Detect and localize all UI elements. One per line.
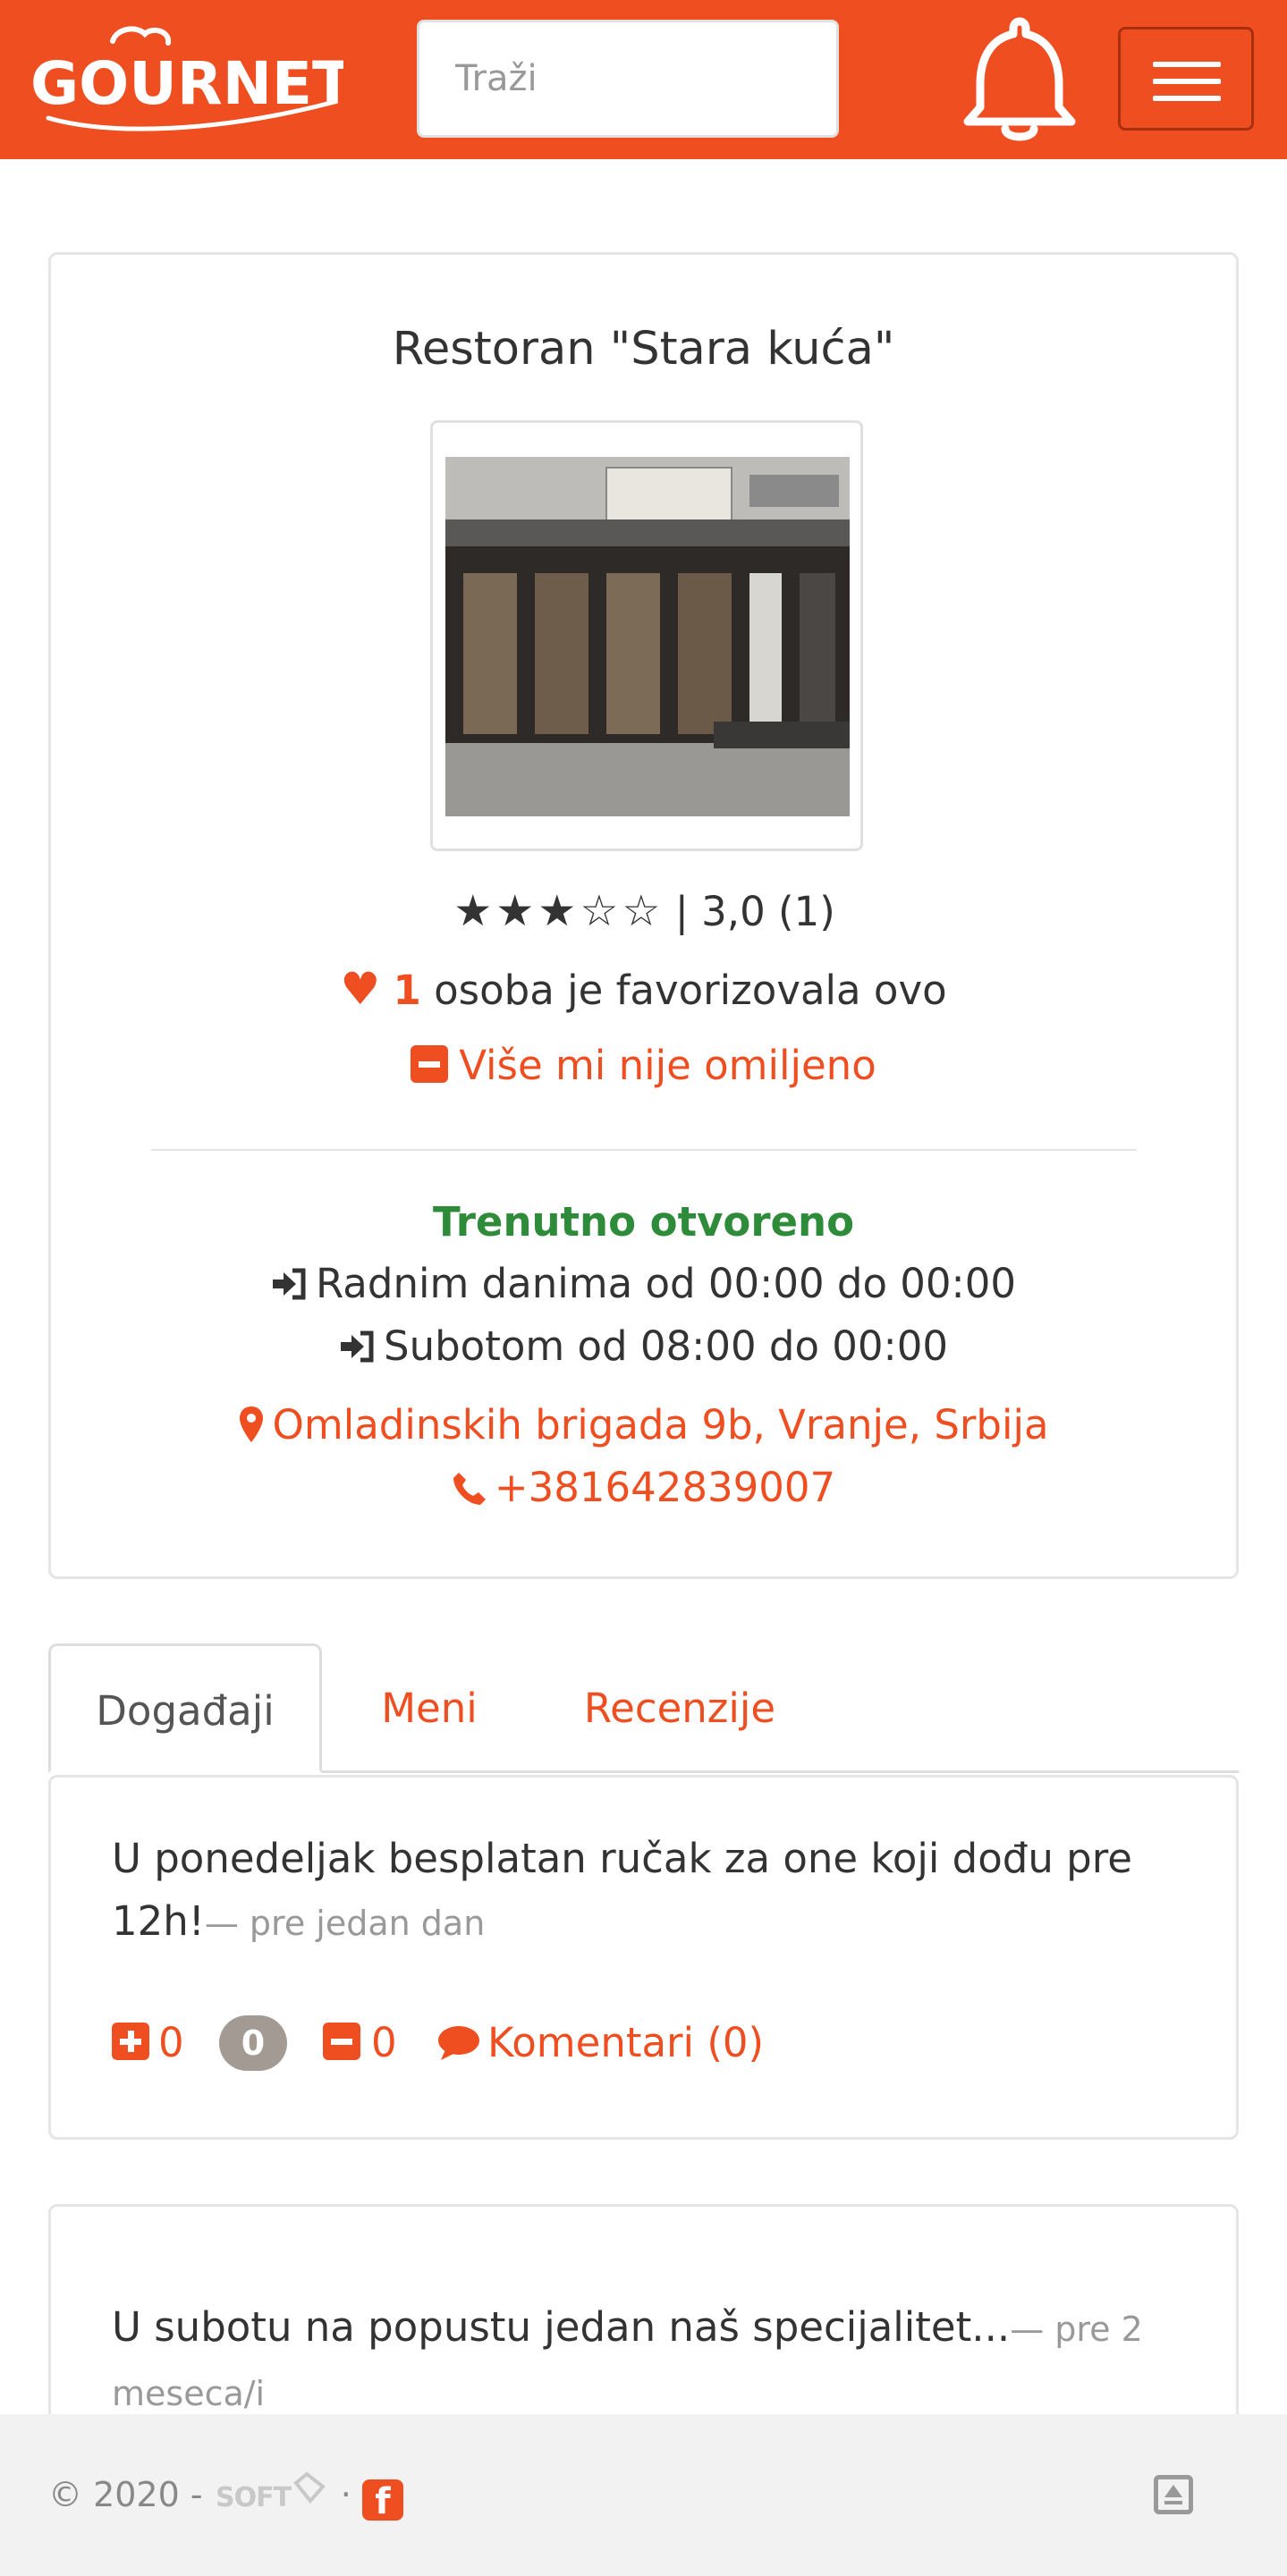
- gournet-logo[interactable]: GOURNET: [30, 25, 352, 132]
- footer: © 2020 - SOFT · f: [0, 2414, 1287, 2576]
- divider: [151, 1149, 1137, 1151]
- plus-square-icon: [112, 2023, 149, 2060]
- comments-link[interactable]: Komentari (0): [436, 2012, 764, 2074]
- hamburger-bar: [1153, 96, 1221, 101]
- hamburger-menu-icon: [1153, 62, 1221, 67]
- open-status: Trenutno otvoreno: [432, 1198, 854, 1246]
- facebook-icon[interactable]: f: [361, 2479, 403, 2522]
- rating-text: | 3,0 (1): [674, 888, 835, 935]
- tab-menu[interactable]: Meni: [358, 1643, 501, 1773]
- restaurant-info-card: Restoran "Stara kuća" ★★★☆☆ | 3,0 (1) ♥ …: [48, 252, 1239, 1579]
- address-link[interactable]: Omladinskih brigada 9b, Vranje, Srbija: [51, 1401, 1236, 1448]
- bell-icon[interactable]: [957, 14, 1082, 145]
- hours-saturday: Subotom od 08:00 do 00:00: [51, 1322, 1236, 1370]
- comments-label: Komentari (0): [487, 2019, 765, 2066]
- star-filled-icon: ★: [495, 886, 535, 936]
- restaurant-photo: [445, 457, 850, 816]
- phone-link[interactable]: +381642839007: [51, 1464, 1236, 1511]
- comment-icon: [438, 2026, 479, 2060]
- copyright-line: © 2020 - SOFT · f: [48, 2470, 403, 2522]
- upvote-count: 0: [158, 2019, 184, 2066]
- sign-in-icon: [341, 1330, 374, 1363]
- score-badge: 0: [219, 2015, 287, 2071]
- unfavorite-link[interactable]: Više mi nije omiljeno: [51, 1042, 1236, 1089]
- unfavorite-label: Više mi nije omiljeno: [459, 1042, 876, 1089]
- event-card: U ponedeljak besplatan ručak za one koji…: [48, 1775, 1239, 2140]
- svg-text:SOFT: SOFT: [216, 2482, 292, 2513]
- address-text: Omladinskih brigada 9b, Vranje, Srbija: [272, 1401, 1049, 1448]
- upvote-button[interactable]: 0: [112, 2012, 184, 2074]
- restaurant-photo-frame[interactable]: [430, 420, 863, 851]
- rating: ★★★☆☆ | 3,0 (1): [51, 886, 1236, 936]
- logo-text: GOURNET: [30, 49, 343, 118]
- favorites-text: osoba je favorizovala ovo: [434, 967, 947, 1014]
- downvote-count: 0: [371, 2019, 397, 2066]
- favorites-line: ♥ 1 osoba je favorizovala ovo: [51, 963, 1236, 1015]
- minus-square-icon: [411, 1045, 449, 1083]
- heart-icon: ♥: [340, 963, 381, 1015]
- hours-saturday-text: Subotom od 08:00 do 00:00: [384, 1322, 948, 1370]
- map-marker-icon: [240, 1406, 264, 1442]
- event-description: U subotu na popustu jedan naš specijalit…: [112, 2303, 1011, 2351]
- tab-reviews[interactable]: Recenzije: [563, 1643, 796, 1773]
- search-input[interactable]: [417, 20, 839, 138]
- star-filled-icon: ★: [538, 886, 577, 936]
- minus-square-icon: [323, 2023, 360, 2060]
- phone-icon: [453, 1473, 486, 1505]
- footer-dot: ·: [340, 2475, 351, 2514]
- restaurant-title: Restoran "Stara kuća": [392, 323, 895, 376]
- star-filled-icon: ★: [453, 886, 493, 936]
- sign-in-icon: [273, 1268, 306, 1300]
- favorites-count: 1: [393, 967, 421, 1014]
- event-text: U ponedeljak besplatan ručak za one koji…: [112, 1828, 1167, 1955]
- scroll-to-top-icon[interactable]: [1154, 2475, 1193, 2514]
- hamburger-bar: [1153, 79, 1221, 84]
- copyright-text: © 2020 -: [48, 2475, 203, 2514]
- event-text: U subotu na popustu jedan naš specijalit…: [112, 2296, 1167, 2425]
- phone-text: +381642839007: [494, 1464, 836, 1511]
- tab-events[interactable]: Događaji: [48, 1643, 322, 1773]
- star-empty-icon: ☆: [580, 886, 619, 936]
- event-time-ago: — pre jedan dan: [204, 1904, 486, 1943]
- hours-weekdays-text: Radnim danima od 00:00 do 00:00: [316, 1260, 1016, 1307]
- downvote-button[interactable]: 0: [323, 2012, 397, 2074]
- hours-weekdays: Radnim danima od 00:00 do 00:00: [51, 1260, 1236, 1307]
- star-empty-icon: ☆: [622, 886, 661, 936]
- hamburger-menu-button[interactable]: [1118, 27, 1254, 131]
- soft-logo[interactable]: SOFT: [214, 2470, 330, 2515]
- navbar: GOURNET: [0, 0, 1287, 159]
